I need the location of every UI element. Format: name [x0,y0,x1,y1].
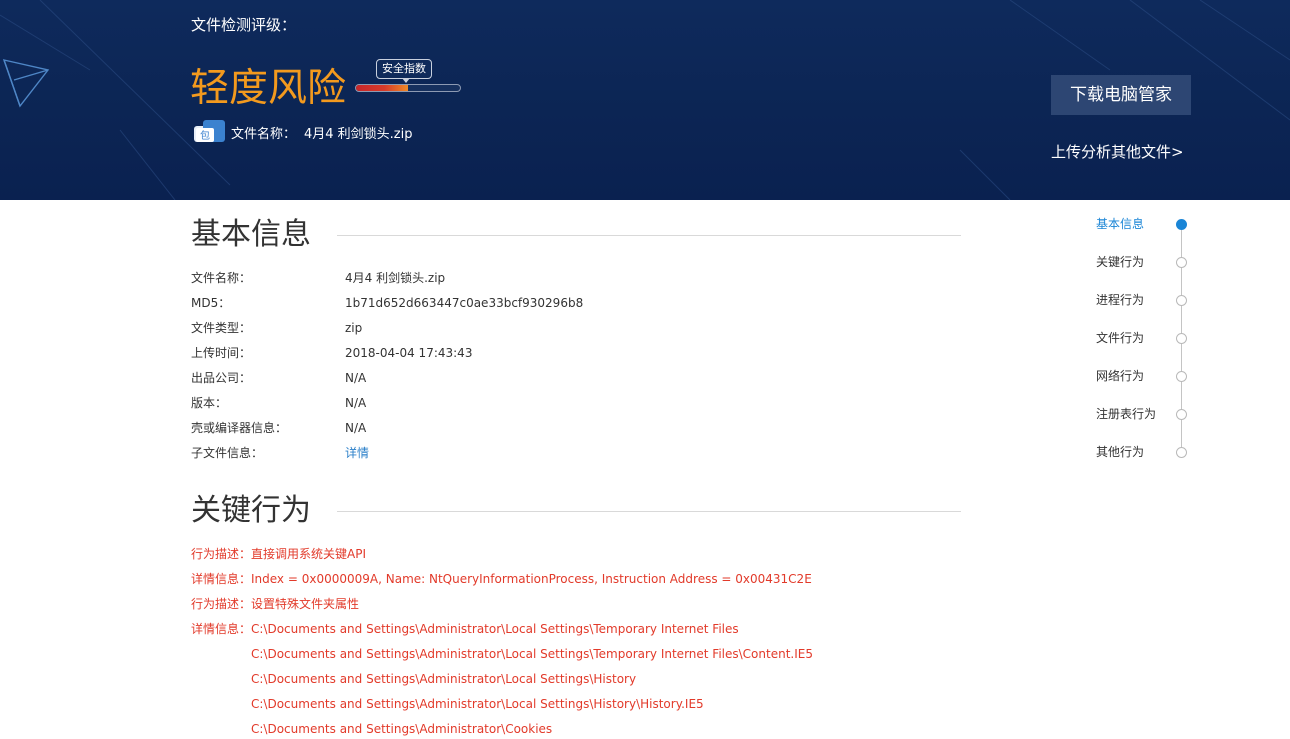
info-label: 壳或编译器信息： [191,421,288,435]
inactive-dot-icon [1176,371,1187,382]
inactive-dot-icon [1176,447,1187,458]
info-label: 文件名称： [191,271,252,285]
basic-info-title: 基本信息 [191,217,311,252]
side-nav-item[interactable]: 注册表行为 [1090,404,1200,424]
side-nav-item[interactable]: 其他行为 [1090,442,1200,462]
file-name-label: 文件名称： [231,127,297,142]
info-value: 1b71d652d663447c0ae33bcf930296b8 [345,296,584,310]
active-dot-icon [1176,219,1187,230]
inactive-dot-icon [1176,409,1187,420]
side-nav-label: 进程行为 [1096,293,1145,307]
side-nav-label: 基本信息 [1096,217,1145,231]
inactive-dot-icon [1176,257,1187,268]
safety-index-tooltip: 安全指数 [376,59,432,79]
gauge-track [355,84,461,92]
inactive-dot-icon [1176,333,1187,344]
info-value: 4月4 利剑锁头.zip [345,271,446,285]
side-navigation: 基本信息关键行为进程行为文件行为网络行为注册表行为其他行为 [1090,214,1200,464]
info-label: MD5： [191,296,231,310]
svg-text:包: 包 [200,129,210,142]
info-label: 上传时间： [191,346,252,360]
gauge-fill [356,85,408,91]
header-banner: 文件检测评级： 轻度风险 安全指数 包 文件名称： 4月4 利剑锁头.zip 下… [0,0,1290,200]
tooltip-arrow [402,78,410,83]
side-nav-label: 文件行为 [1096,331,1145,345]
download-pc-manager-button[interactable]: 下载电脑管家 [1051,75,1191,115]
inactive-dot-icon [1176,295,1187,306]
info-value: 2018-04-04 17:43:43 [345,346,473,360]
info-value: N/A [345,421,367,435]
behavior-line: 详情信息：C:\Documents and Settings\Administr… [191,622,739,636]
basic-info-divider [337,235,961,236]
behavior-line: C:\Documents and Settings\Administrator\… [251,647,813,661]
behavior-line: 行为描述：设置特殊文件夹属性 [191,597,360,611]
info-label: 子文件信息： [191,446,264,460]
side-nav-item[interactable]: 文件行为 [1090,328,1200,348]
side-nav-label: 网络行为 [1096,369,1145,383]
side-nav-item[interactable]: 进程行为 [1090,290,1200,310]
rating-label: 文件检测评级： [191,16,297,34]
safety-index-gauge: 安全指数 [355,59,461,95]
sub-file-details-link[interactable]: 详情 [345,443,369,463]
behavior-line: 详情信息：Index = 0x0000009A, Name: NtQueryIn… [191,572,812,586]
key-behaviors-title: 关键行为 [191,493,311,528]
behavior-line: C:\Documents and Settings\Administrator\… [251,722,553,736]
info-label: 出品公司： [191,371,252,385]
side-nav-label: 其他行为 [1096,445,1145,459]
upload-other-files-link[interactable]: 上传分析其他文件> [1051,141,1184,162]
info-label: 版本： [191,396,228,410]
info-value: N/A [345,371,367,385]
behavior-line: C:\Documents and Settings\Administrator\… [251,697,704,711]
behavior-line: C:\Documents and Settings\Administrator\… [251,672,637,686]
key-behaviors-divider [337,511,961,512]
info-label: 文件类型： [191,321,252,335]
side-nav-label: 注册表行为 [1096,407,1157,421]
info-value: N/A [345,396,367,410]
file-name-value: 4月4 利剑锁头.zip [304,127,413,142]
side-nav-item[interactable]: 基本信息 [1090,214,1200,234]
behavior-line: 行为描述：直接调用系统关键API [191,547,366,561]
risk-level-text: 轻度风险 [190,66,347,111]
info-value: zip [345,321,363,335]
archive-package-icon: 包 [194,120,225,142]
side-nav-item[interactable]: 关键行为 [1090,252,1200,272]
side-nav-item[interactable]: 网络行为 [1090,366,1200,386]
side-nav-label: 关键行为 [1096,255,1145,269]
